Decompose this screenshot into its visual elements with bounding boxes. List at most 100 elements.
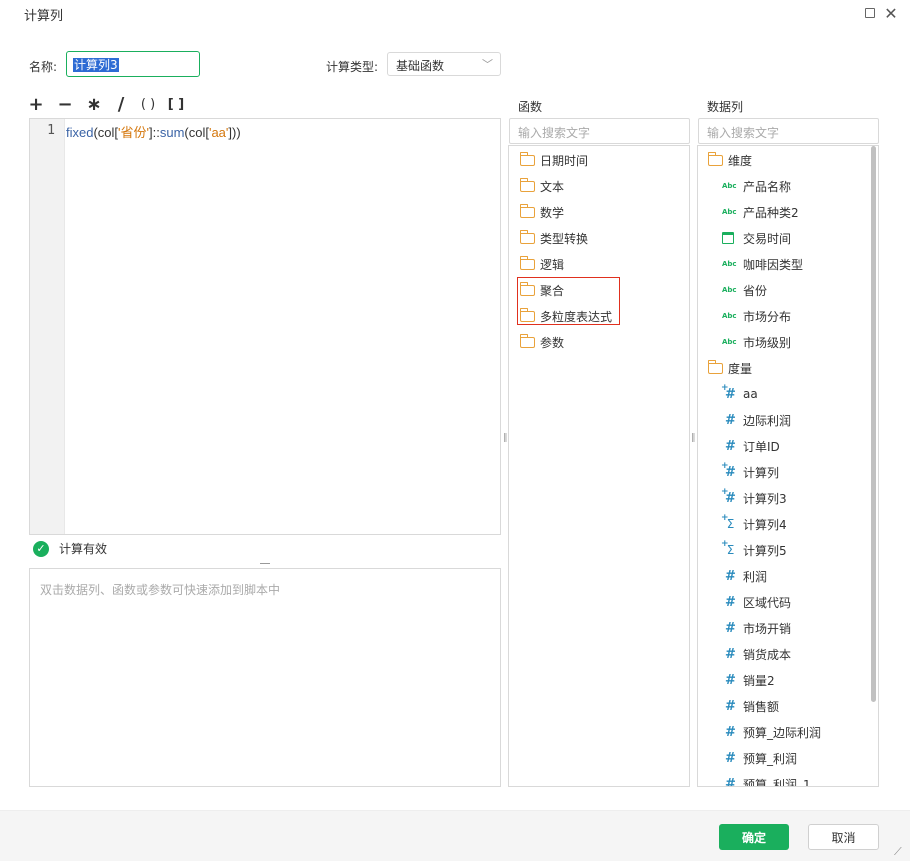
datacol-search-input[interactable]: 输入搜索文字 xyxy=(698,118,879,144)
number-field-icon: # xyxy=(725,724,736,740)
datacol-item[interactable]: Abc 产品种类2 xyxy=(722,202,799,222)
folder-icon xyxy=(708,151,723,166)
multiply-operator-button[interactable]: ∗ xyxy=(86,94,102,115)
parentheses-operator-button[interactable]: ( ) xyxy=(137,97,159,112)
line-number: 1 xyxy=(47,123,55,138)
ok-button[interactable]: 确定 xyxy=(719,824,789,850)
number-field-icon: # xyxy=(725,776,736,787)
datacol-label: 边际利润 xyxy=(743,413,792,428)
function-category-item[interactable]: 文本 xyxy=(520,176,564,196)
resize-handle[interactable] xyxy=(260,563,270,564)
datacol-item[interactable]: # 预算_利润_1 xyxy=(722,774,811,787)
datacol-item[interactable]: # + aa xyxy=(721,382,758,404)
plus-operator-button[interactable]: + xyxy=(28,94,44,115)
panel-splitter[interactable]: ‖ xyxy=(503,433,508,443)
datacol-item[interactable]: # + 计算列 xyxy=(721,461,779,482)
number-field-icon: # xyxy=(725,672,736,688)
datacol-label: 区域代码 xyxy=(743,595,792,610)
function-category-item[interactable]: 日期时间 xyxy=(520,150,588,170)
datacol-label: 预算_边际利润 xyxy=(743,725,822,740)
datacol-item[interactable]: Σ + 计算列5 xyxy=(721,539,787,560)
number-field-icon: # xyxy=(725,438,736,454)
datacol-label: 市场开销 xyxy=(743,621,792,636)
datacol-item[interactable]: Abc 市场级别 xyxy=(722,332,791,352)
folder-icon xyxy=(520,333,535,348)
number-field-icon: # xyxy=(725,698,736,714)
datacol-item[interactable]: 交易时间 xyxy=(722,228,791,248)
datacol-label: 交易时间 xyxy=(743,231,792,246)
text-field-icon: Abc xyxy=(722,286,737,294)
validation-status: ✓ 计算有效 xyxy=(33,540,107,557)
function-category-item[interactable]: 参数 xyxy=(520,332,564,352)
function-category-item[interactable]: 类型转换 xyxy=(520,228,588,248)
datacol-item[interactable]: Abc 产品名称 xyxy=(722,176,791,196)
datacol-scrollbar[interactable] xyxy=(871,146,876,702)
function-list: 日期时间 文本 数学 类型转换 逻辑 聚合 多粒度表达式 参数 xyxy=(508,145,690,787)
function-category-label: 参数 xyxy=(540,335,565,350)
minus-operator-button[interactable]: − xyxy=(57,94,73,115)
function-category-label: 数学 xyxy=(540,205,565,220)
datacol-item[interactable]: # 销量2 xyxy=(722,670,775,690)
datacol-item[interactable]: # + 计算列3 xyxy=(721,487,787,508)
number-field-icon: # xyxy=(725,750,736,766)
text-field-icon: Abc xyxy=(722,338,737,346)
code-token: '省份' xyxy=(118,125,149,140)
calc-type-select[interactable]: 基础函数 ﹀ xyxy=(387,52,501,76)
datacol-item[interactable]: # 订单ID xyxy=(722,436,780,456)
name-label: 名称: xyxy=(29,60,58,74)
function-category-item[interactable]: 数学 xyxy=(520,202,564,222)
datacol-item[interactable]: # 市场开销 xyxy=(722,618,791,638)
folder-icon xyxy=(520,229,535,244)
datacol-label: 咖啡因类型 xyxy=(743,257,804,272)
datacol-item[interactable]: # 销售额 xyxy=(722,696,779,716)
datacol-label: 市场级别 xyxy=(743,335,792,350)
script-code: fixed(col['省份']::sum(col['aa'])) xyxy=(66,122,241,141)
panel-splitter[interactable]: ‖ xyxy=(691,433,696,443)
dialog-title: 计算列 xyxy=(24,9,64,24)
datacol-label: 利润 xyxy=(743,569,768,584)
text-field-icon: Abc xyxy=(722,208,737,216)
datacol-label: 预算_利润 xyxy=(743,751,798,766)
number-field-icon: # xyxy=(725,646,736,662)
calc-aggregate-icon: Σ + xyxy=(721,513,735,531)
datacol-folder-item[interactable]: 维度 xyxy=(708,150,752,170)
datacol-item[interactable]: # 预算_利润 xyxy=(722,748,797,768)
datacol-folder-item[interactable]: 度量 xyxy=(708,358,752,378)
datacol-item[interactable]: # 边际利润 xyxy=(722,410,791,430)
datacol-label: 市场分布 xyxy=(743,309,792,324)
functions-title: 函数 xyxy=(518,100,543,114)
code-token: fixed xyxy=(66,125,94,140)
cancel-button[interactable]: 取消 xyxy=(808,824,879,850)
datacol-label: 销售额 xyxy=(743,699,780,714)
text-field-icon: Abc xyxy=(722,312,737,320)
script-editor[interactable]: 1 fixed(col['省份']::sum(col['aa'])) xyxy=(29,118,501,535)
datacol-label: 销货成本 xyxy=(743,647,792,662)
hint-area: 双击数据列、函数或参数可快速添加到脚本中 xyxy=(29,568,501,787)
text-field-icon: Abc xyxy=(722,260,737,268)
calc-type-value: 基础函数 xyxy=(396,59,445,73)
resize-grip-icon[interactable]: ⟋ xyxy=(894,845,902,859)
function-search-input[interactable]: 输入搜索文字 xyxy=(509,118,690,144)
datacol-item[interactable]: Abc 省份 xyxy=(722,280,767,300)
datacol-item[interactable]: # 预算_边际利润 xyxy=(722,722,821,742)
maximize-icon[interactable] xyxy=(863,6,877,20)
brackets-operator-button[interactable]: [ ] xyxy=(165,97,187,112)
datacol-item[interactable]: # 销货成本 xyxy=(722,644,791,664)
datacol-item[interactable]: # 区域代码 xyxy=(722,592,791,612)
datacol-item[interactable]: Abc 市场分布 xyxy=(722,306,791,326)
calc-number-field-icon: # + xyxy=(721,382,736,402)
close-icon[interactable]: ✕ xyxy=(884,4,898,23)
calc-aggregate-icon: Σ + xyxy=(721,539,735,557)
datacol-item[interactable]: # 利润 xyxy=(722,566,767,586)
folder-icon xyxy=(520,151,535,166)
function-category-label: 日期时间 xyxy=(540,153,589,168)
code-token: sum xyxy=(159,125,185,140)
datacol-label: 计算列4 xyxy=(743,517,787,532)
function-category-item[interactable]: 逻辑 xyxy=(520,254,564,274)
divide-operator-button[interactable]: / xyxy=(115,94,127,115)
datacol-item[interactable]: Abc 咖啡因类型 xyxy=(722,254,803,274)
datacol-item[interactable]: Σ + 计算列4 xyxy=(721,513,787,534)
name-input[interactable]: 计算列3 xyxy=(66,51,200,77)
datacols-title: 数据列 xyxy=(707,100,744,114)
datacol-label: 产品种类2 xyxy=(743,205,799,220)
